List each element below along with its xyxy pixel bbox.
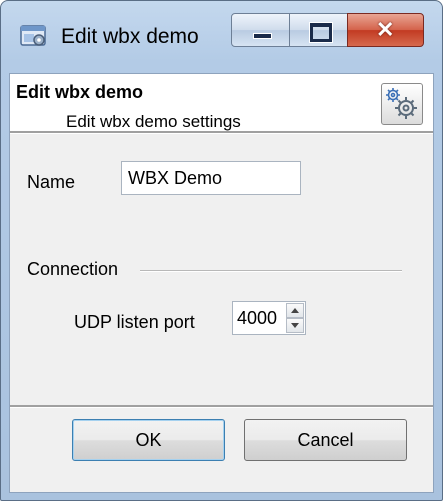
chevron-up-icon bbox=[291, 308, 299, 313]
gears-settings-icon bbox=[381, 83, 423, 125]
close-button[interactable]: ✕ bbox=[347, 13, 424, 47]
header-title: Edit wbx demo bbox=[16, 82, 144, 102]
connection-group-label: Connection bbox=[27, 259, 119, 279]
dialog-client-area: Edit wbx demo Edit wbx demo settings Nam… bbox=[9, 73, 434, 493]
udp-port-input[interactable] bbox=[233, 302, 293, 334]
udp-port-label: UDP listen port bbox=[74, 312, 195, 332]
window-title: Edit wbx demo bbox=[61, 25, 199, 48]
dialog-window: Edit wbx demo ✕ Edit wbx demo Edit wbx d… bbox=[0, 0, 443, 501]
header-divider bbox=[10, 131, 433, 134]
name-label: Name bbox=[27, 172, 76, 192]
minimize-icon bbox=[253, 33, 272, 39]
cancel-button[interactable]: Cancel bbox=[244, 419, 407, 461]
chevron-down-icon bbox=[291, 323, 299, 328]
close-icon: ✕ bbox=[376, 17, 395, 42]
spin-down-button[interactable] bbox=[286, 318, 304, 333]
spin-up-button[interactable] bbox=[286, 303, 304, 318]
connection-group-line bbox=[140, 270, 402, 272]
maximize-button[interactable] bbox=[289, 13, 348, 47]
udp-port-stepper[interactable] bbox=[232, 301, 306, 335]
name-input[interactable] bbox=[121, 161, 301, 195]
maximize-icon bbox=[310, 23, 332, 42]
ok-button[interactable]: OK bbox=[72, 419, 225, 461]
title-bar[interactable]: Edit wbx demo ✕ bbox=[1, 1, 442, 73]
button-area-divider bbox=[10, 405, 433, 408]
minimize-button[interactable] bbox=[231, 13, 290, 47]
app-window-icon bbox=[19, 21, 49, 51]
header-subtitle: Edit wbx demo settings bbox=[66, 112, 241, 131]
